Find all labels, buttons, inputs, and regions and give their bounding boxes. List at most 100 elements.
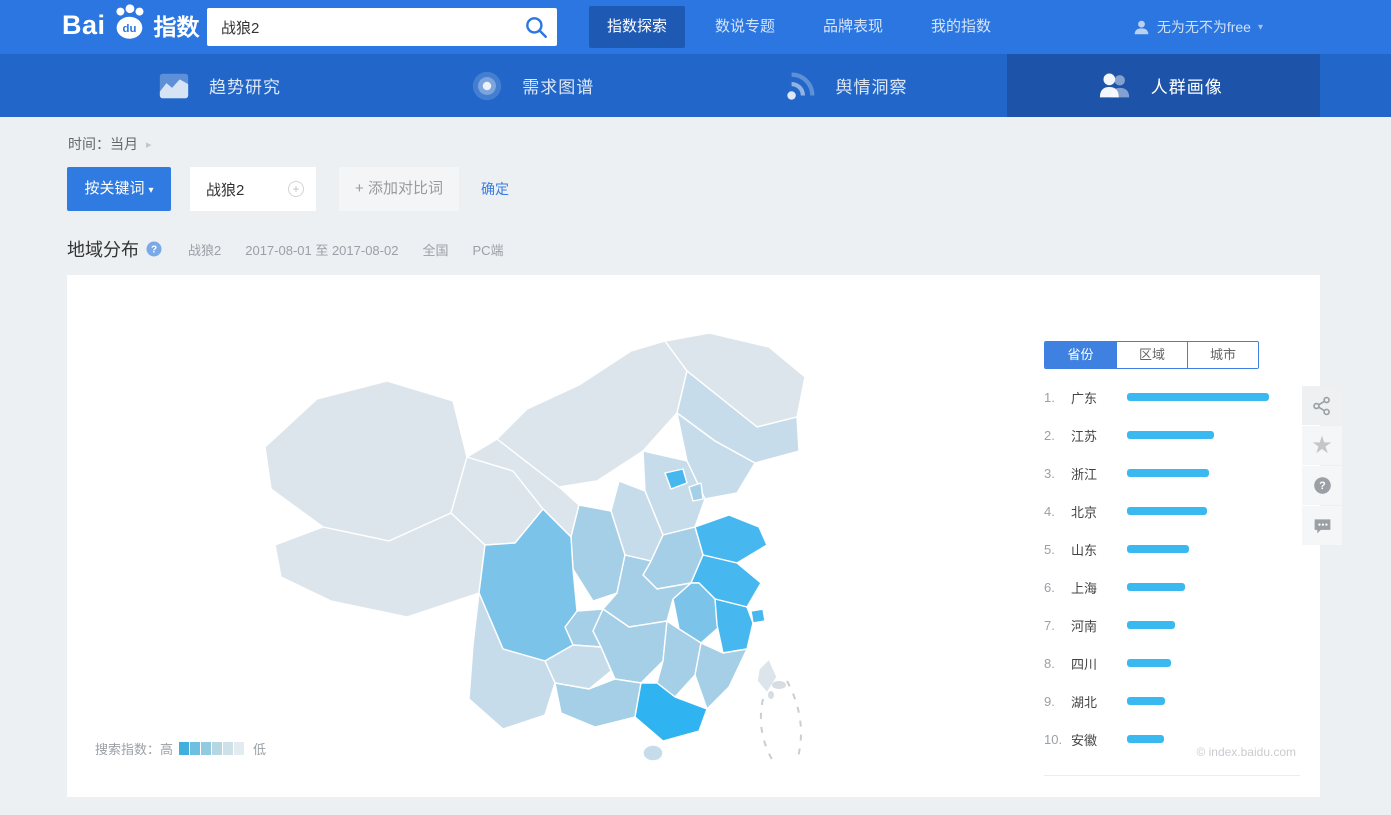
time-label: 时间： [68, 134, 110, 154]
province-zhejiang[interactable] [715, 599, 753, 653]
help-icon[interactable]: ? [146, 241, 162, 257]
module-audience-profile[interactable]: 人群画像 [1007, 54, 1320, 117]
province-fujian[interactable] [695, 643, 747, 709]
province-name: 湖北 [1071, 692, 1127, 711]
rank-bar [1127, 431, 1214, 439]
rank-number: 4. [1044, 504, 1071, 519]
chevron-down-icon: ▾ [148, 185, 153, 196]
keyword-mode-label: 按关键词 [84, 180, 144, 197]
watermark: © index.baidu.com [1196, 745, 1296, 759]
section-header: 地域分布 ? 战狼2 2017-08-01 至 2017-08-02 全国 PC… [67, 236, 504, 262]
keyword-filter-row: 按关键词 ▾ 战狼2 + + 添加对比词 确定 [67, 167, 509, 211]
module-label: 需求图谱 [522, 73, 594, 98]
province-xinjiang[interactable] [265, 381, 467, 541]
logo-text-bai: Bai [62, 10, 106, 41]
province-name: 安徽 [1071, 730, 1127, 749]
tab-city[interactable]: 城市 [1187, 342, 1258, 368]
rank-bar [1127, 507, 1207, 515]
rank-row: 3.浙江 [1044, 454, 1300, 492]
chevron-right-icon: ▸ [146, 138, 152, 151]
nav-item-index-explore[interactable]: 指数探索 [589, 6, 685, 48]
add-icon[interactable]: + [288, 181, 304, 197]
search-input[interactable] [207, 19, 523, 36]
share-icon [1311, 395, 1333, 417]
module-sentiment-insight[interactable]: 舆情洞察 [694, 54, 1007, 117]
rank-bar [1127, 545, 1189, 553]
meta-keyword: 战狼2 [188, 240, 221, 259]
keyword-mode-button[interactable]: 按关键词 ▾ [67, 167, 171, 211]
province-name: 山东 [1071, 540, 1127, 559]
rank-row: 4.北京 [1044, 492, 1300, 530]
rank-number: 9. [1044, 694, 1071, 709]
legend-label-low: 低 [253, 739, 266, 758]
logo-text-du: du [122, 23, 136, 35]
rank-row: 5.山东 [1044, 530, 1300, 568]
svg-text:?: ? [151, 245, 157, 256]
region-distribution-card: 省份 区域 城市 1.广东 2.江苏 3.浙江 4.北京 5.山东 6.上海 7… [67, 275, 1320, 797]
rank-bar [1127, 469, 1209, 477]
province-name: 浙江 [1071, 464, 1127, 483]
logo-text-suffix: 指数 [154, 8, 200, 42]
side-toolbar: ★ ? [1302, 386, 1342, 546]
rank-row: 6.上海 [1044, 568, 1300, 606]
rank-number: 8. [1044, 656, 1071, 671]
province-taiwan[interactable] [757, 659, 777, 693]
province-guangxi[interactable] [555, 679, 641, 727]
audience-icon [1097, 69, 1133, 103]
top-nav: 指数探索 数说专题 品牌表现 我的指数 [583, 0, 1015, 54]
page-content: 时间： 当月 ▸ 按关键词 ▾ 战狼2 + + 添加对比词 确定 地域分布 ? 战… [0, 117, 1391, 815]
rank-bar [1127, 583, 1185, 591]
module-trend-research[interactable]: 趋势研究 [67, 54, 380, 117]
rank-number: 2. [1044, 428, 1071, 443]
svg-text:?: ? [1319, 480, 1326, 492]
sentiment-icon [784, 69, 818, 103]
meta-device: PC端 [472, 240, 503, 259]
help-button[interactable]: ? [1302, 466, 1342, 505]
module-navbar: 趋势研究 需求图谱 舆情洞察 [0, 54, 1391, 117]
rank-bar [1127, 735, 1164, 743]
keyword-chip[interactable]: 战狼2 + [190, 167, 316, 211]
demand-graph-icon [470, 69, 504, 103]
region-tabs: 省份 区域 城市 [1044, 341, 1259, 369]
nav-item-data-topics[interactable]: 数说专题 [697, 6, 793, 48]
topbar: Bai du 指数 指数探索 数说专题 品牌表现 我的指数 无为无不为free … [0, 0, 1391, 54]
rank-number: 5. [1044, 542, 1071, 557]
legend-swatches [179, 742, 245, 755]
user-menu[interactable]: 无为无不为free ▾ [1133, 0, 1263, 54]
help-circle-icon: ? [1312, 475, 1333, 496]
meta-date-range: 2017-08-01 至 2017-08-02 [245, 240, 398, 259]
province-rank-list: 1.广东 2.江苏 3.浙江 4.北京 5.山东 6.上海 7.河南 8.四川 … [1044, 378, 1300, 758]
rank-number: 3. [1044, 466, 1071, 481]
province-name: 四川 [1071, 654, 1127, 673]
share-button[interactable] [1302, 386, 1342, 425]
province-shanghai[interactable] [751, 609, 765, 623]
rank-number: 10. [1044, 732, 1071, 747]
module-label: 舆情洞察 [836, 73, 908, 98]
search-icon[interactable] [523, 14, 549, 40]
rank-number: 1. [1044, 390, 1071, 405]
province-name: 江苏 [1071, 426, 1127, 445]
rank-number: 6. [1044, 580, 1071, 595]
baidu-index-logo[interactable]: Bai du 指数 [62, 7, 200, 43]
nav-item-my-index[interactable]: 我的指数 [913, 6, 1009, 48]
baidu-paw-icon: du [108, 3, 150, 43]
rank-row: 7.河南 [1044, 606, 1300, 644]
nav-item-brand-performance[interactable]: 品牌表现 [805, 6, 901, 48]
legend-label-high: 搜索指数：高 [95, 739, 173, 758]
rank-row: 9.湖北 [1044, 682, 1300, 720]
rank-bar [1127, 659, 1171, 667]
module-demand-graph[interactable]: 需求图谱 [380, 54, 693, 117]
favorite-button[interactable]: ★ [1302, 426, 1342, 465]
tab-region[interactable]: 区域 [1116, 342, 1187, 368]
tab-province[interactable]: 省份 [1045, 342, 1116, 368]
china-map [257, 329, 857, 769]
rank-bar [1127, 393, 1269, 401]
confirm-link[interactable]: 确定 [481, 179, 509, 199]
time-selector[interactable]: 时间： 当月 ▸ [68, 134, 152, 154]
module-label: 人群画像 [1151, 73, 1223, 98]
user-icon [1133, 19, 1150, 36]
province-hainan[interactable] [643, 745, 663, 761]
feedback-button[interactable] [1302, 506, 1342, 545]
add-compare-button[interactable]: + 添加对比词 [339, 167, 459, 211]
time-value: 当月 [110, 134, 138, 154]
